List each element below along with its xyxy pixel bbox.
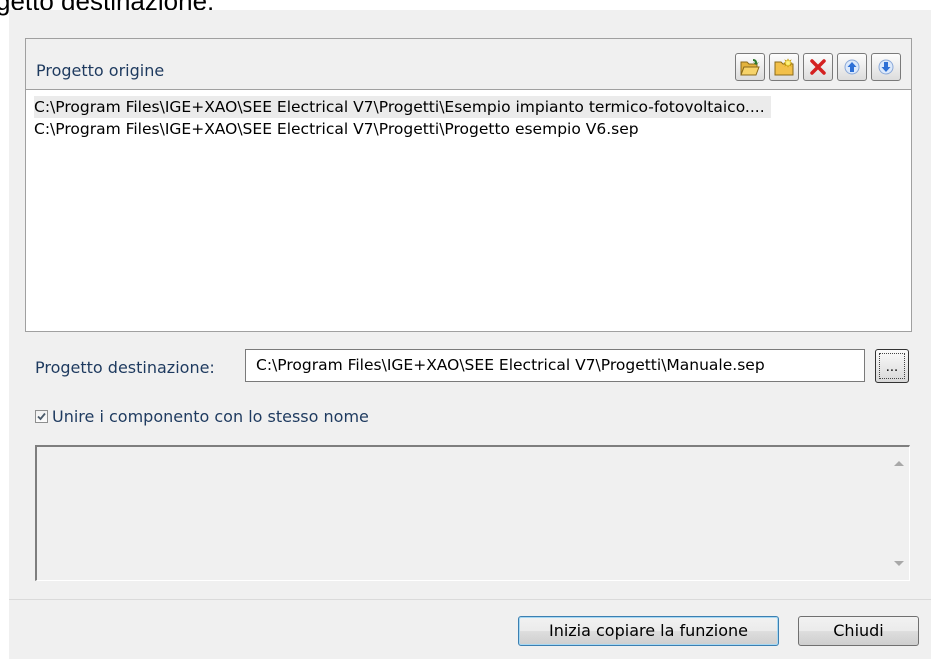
move-up-button[interactable] [837, 53, 867, 81]
list-item[interactable]: C:\Program Files\IGE+XAO\SEE Electrical … [34, 118, 645, 140]
add-project-button[interactable] [769, 53, 799, 81]
open-project-button[interactable] [735, 53, 765, 81]
open-folder-icon [740, 59, 760, 76]
list-item[interactable]: C:\Program Files\IGE+XAO\SEE Electrical … [34, 96, 771, 118]
move-down-icon [878, 59, 894, 75]
source-project-list[interactable]: C:\Program Files\IGE+XAO\SEE Electrical … [26, 90, 911, 331]
browse-button[interactable]: ... [875, 349, 909, 383]
footer-divider [9, 599, 931, 600]
source-project-group: Progetto origine C:\Program Files\IGE+XA… [25, 38, 912, 332]
move-up-icon [844, 59, 860, 75]
merge-checkbox-label[interactable]: Unire i componento con lo stesso nome [52, 407, 369, 426]
remove-project-button[interactable] [803, 53, 833, 81]
start-copy-button[interactable]: Inizia copiare la funzione [518, 616, 779, 646]
destination-label: Progetto destinazione: [35, 358, 215, 377]
close-button[interactable]: Chiudi [798, 616, 919, 646]
source-header: Progetto origine [26, 39, 911, 90]
move-down-button[interactable] [871, 53, 901, 81]
source-title: Progetto origine [36, 61, 165, 80]
merge-checkbox[interactable] [35, 410, 48, 423]
merge-components-option[interactable]: Unire i componento con lo stesso nome [35, 407, 369, 426]
log-output-area[interactable] [35, 445, 910, 581]
destination-path-input[interactable]: C:\Program Files\IGE+XAO\SEE Electrical … [245, 349, 865, 382]
new-folder-icon [774, 58, 794, 76]
scroll-up-icon[interactable] [894, 461, 904, 466]
checkmark-icon [37, 412, 46, 421]
source-toolbar [735, 53, 901, 81]
scroll-down-icon[interactable] [894, 561, 904, 566]
log-scrollbar[interactable] [889, 447, 909, 580]
delete-icon [810, 59, 826, 75]
